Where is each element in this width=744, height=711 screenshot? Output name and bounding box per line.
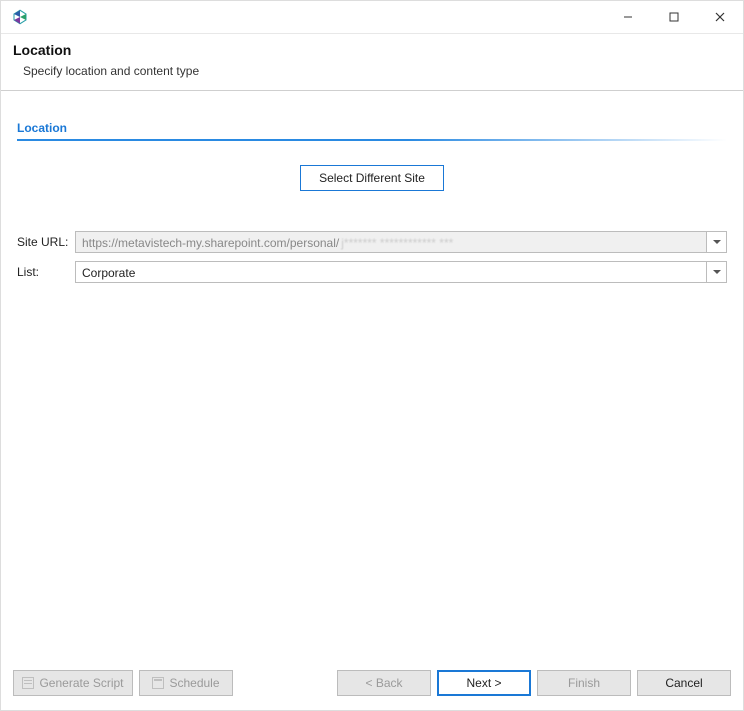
close-button[interactable] — [697, 1, 743, 33]
site-url-obscured: j******* ************ *** — [341, 236, 453, 250]
maximize-button[interactable] — [651, 1, 697, 33]
chevron-down-icon — [713, 270, 721, 274]
generate-script-label: Generate Script — [39, 676, 123, 690]
select-different-site-button[interactable]: Select Different Site — [300, 165, 444, 191]
section-label-location: Location — [17, 121, 727, 139]
minimize-button[interactable] — [605, 1, 651, 33]
schedule-label: Schedule — [169, 676, 219, 690]
back-button[interactable]: < Back — [337, 670, 431, 696]
site-url-dropdown-button[interactable] — [707, 231, 727, 253]
wizard-footer: Generate Script Schedule < Back Next > F… — [1, 660, 743, 710]
site-url-field: https://metavistech-my.sharepoint.com/pe… — [75, 231, 707, 253]
list-label: List: — [17, 265, 75, 279]
page-subtitle: Specify location and content type — [13, 64, 731, 78]
wizard-content: Location Select Different Site Site URL:… — [1, 91, 743, 660]
window-titlebar — [1, 1, 743, 33]
site-url-label: Site URL: — [17, 235, 75, 249]
generate-script-button[interactable]: Generate Script — [13, 670, 133, 696]
site-url-value: https://metavistech-my.sharepoint.com/pe… — [82, 236, 339, 250]
finish-button[interactable]: Finish — [537, 670, 631, 696]
app-icon — [11, 8, 29, 26]
chevron-down-icon — [713, 240, 721, 244]
cancel-button[interactable]: Cancel — [637, 670, 731, 696]
section-divider — [17, 139, 727, 141]
page-title: Location — [13, 42, 731, 58]
wizard-header: Location Specify location and content ty… — [1, 33, 743, 91]
schedule-icon — [152, 677, 164, 689]
script-icon — [22, 677, 34, 689]
schedule-button[interactable]: Schedule — [139, 670, 233, 696]
list-dropdown-button[interactable] — [707, 261, 727, 283]
list-field[interactable]: Corporate — [75, 261, 707, 283]
next-button[interactable]: Next > — [437, 670, 531, 696]
